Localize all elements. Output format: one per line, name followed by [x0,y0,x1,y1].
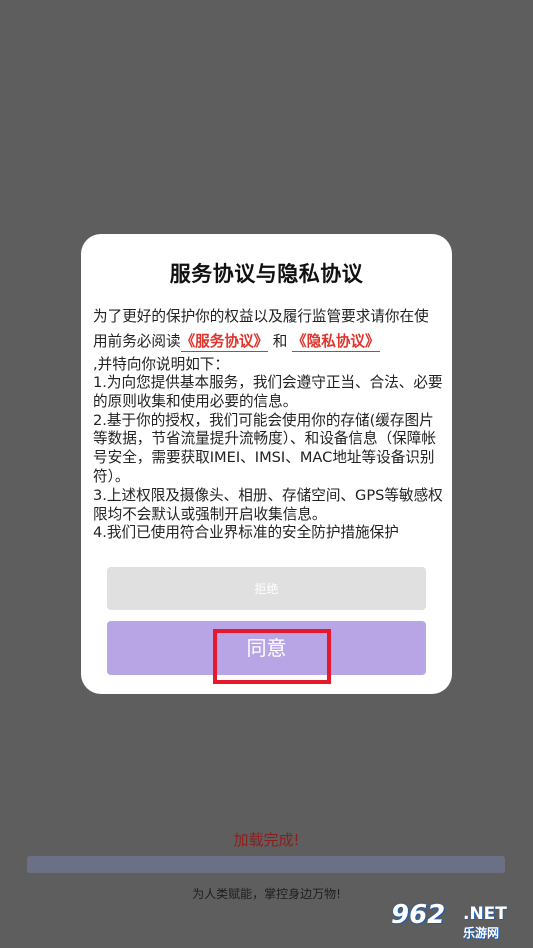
site-watermark: 962 .NET 乐游网 [391,898,529,944]
term-item: 4.我们已使用符合业界标准的安全防护措施保护 [93,524,399,542]
agreement-dialog: 服务协议与隐私协议 为了更好的保护你的权益以及履行监管要求请你在使用前务必阅读《… [81,234,452,694]
intro-paragraph: 为了更好的保护你的权益以及履行监管要求请你在使用前务必阅读《服务协议》 和 《隐… [93,304,443,354]
agreement-content[interactable]: 为了更好的保护你的权益以及履行监管要求请你在使用前务必阅读《服务协议》 和 《隐… [93,304,443,556]
agree-label: 同意 [246,635,287,660]
term-item: 2.基于你的授权，我们可能会使用你的存储(缓存图片等数据，节省流量提升流畅度）、… [93,411,436,485]
privacy-agreement-link[interactable]: 《隐私协议》 [292,333,380,352]
term-item: 1.为向您提供基本服务，我们会遵守正当、合法、必要的原则收集和使用必要的信息。 [93,374,443,410]
dialog-title: 服务协议与隐私协议 [169,262,364,286]
loading-progress-bar [27,856,505,873]
service-agreement-link[interactable]: 《服务协议》 [180,333,269,352]
app-screen: 服务协议与隐私协议 为了更好的保护你的权益以及履行监管要求请你在使用前务必阅读《… [0,0,533,948]
and-text: 和 [272,333,288,350]
terms-list: 1.为向您提供基本服务，我们会遵守正当、合法、必要的原则收集和使用必要的信息。 … [93,374,443,543]
loading-status: 加载完成! [233,831,300,849]
watermark-domain: .NET [463,904,507,924]
watermark-number: 962 [391,900,446,930]
agree-button[interactable]: 同意 [107,621,426,675]
lead-text: ,并特向你说明如下： [93,356,229,373]
term-item: 3.上述权限及摄像头、相册、存储空间、GPS等敏感权限均不会默认或强制开启收集信… [93,486,443,523]
watermark-name: 乐游网 [463,926,500,940]
progress-fill [27,856,505,873]
reject-button[interactable]: 拒绝 [107,567,426,610]
